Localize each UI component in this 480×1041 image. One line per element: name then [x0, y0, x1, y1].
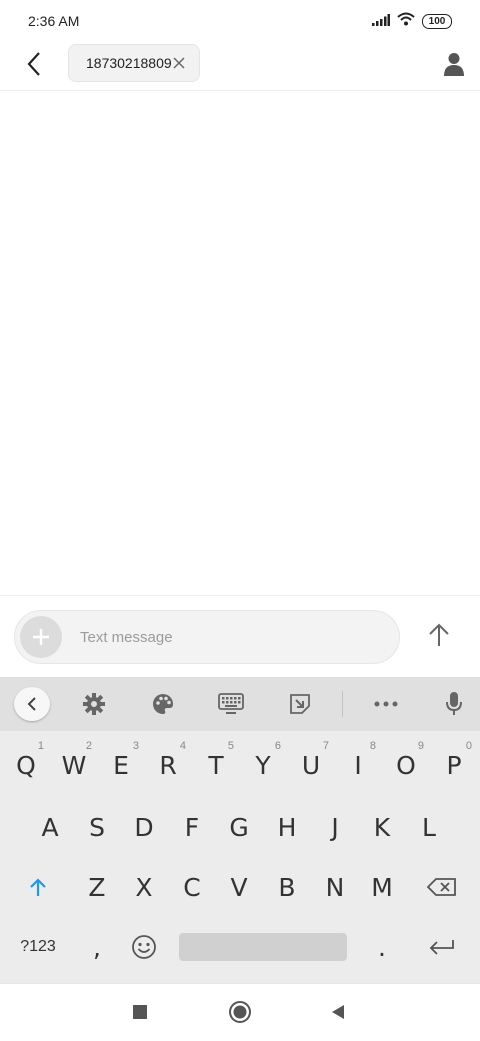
- toolbar-divider: [342, 691, 343, 717]
- key-p[interactable]: P0: [430, 735, 478, 795]
- space-key[interactable]: [179, 933, 347, 961]
- palette-icon: [153, 694, 173, 714]
- key-g[interactable]: G: [215, 797, 263, 857]
- wifi-icon: [397, 12, 415, 31]
- settings-button[interactable]: [78, 689, 110, 719]
- status-time: 2:36 AM: [28, 13, 80, 29]
- key-t[interactable]: T5: [192, 735, 240, 795]
- shift-arrow-icon: [30, 878, 46, 896]
- plus-icon: [33, 629, 49, 645]
- status-bar: 2:36 AM 100: [0, 0, 480, 44]
- navigation-bar: [0, 983, 480, 1041]
- person-icon: [444, 53, 464, 76]
- key-r[interactable]: R4: [144, 735, 192, 795]
- enter-icon: [429, 940, 454, 955]
- back-arrow-icon: [27, 52, 40, 76]
- resize-icon: [290, 694, 310, 714]
- more-icon: [374, 701, 398, 707]
- key-o[interactable]: O9: [382, 735, 430, 795]
- home-circle-icon: [229, 1001, 251, 1023]
- key-m[interactable]: M: [358, 857, 406, 917]
- remove-recipient-button[interactable]: [171, 55, 187, 71]
- message-list[interactable]: [0, 91, 480, 595]
- keyboard-icon: [218, 693, 244, 714]
- conversation-header: 18730218809: [0, 44, 480, 91]
- arrow-up-icon: [429, 623, 449, 646]
- mic-icon: [446, 692, 462, 715]
- contact-button[interactable]: [440, 50, 468, 78]
- key-q[interactable]: Q1: [2, 735, 50, 795]
- backspace-key[interactable]: [418, 857, 466, 917]
- key-y[interactable]: Y6: [239, 735, 287, 795]
- keyboard: Q1 W2 E3 R4 T5 Y6 U7 I8 O9 P0 A S D F G …: [0, 677, 480, 983]
- back-button[interactable]: [20, 50, 48, 78]
- key-h[interactable]: H: [263, 797, 311, 857]
- chevron-left-icon: [27, 697, 36, 711]
- voice-input-button[interactable]: [438, 689, 470, 719]
- enter-key[interactable]: [418, 917, 466, 977]
- key-j[interactable]: J: [311, 797, 359, 857]
- signal-icon: [372, 13, 390, 31]
- key-k[interactable]: K: [358, 797, 406, 857]
- period-key[interactable]: .: [358, 917, 406, 977]
- key-a[interactable]: A: [26, 797, 74, 857]
- recents-square-icon: [133, 1005, 147, 1019]
- key-d[interactable]: D: [120, 797, 168, 857]
- key-x[interactable]: X: [120, 857, 168, 917]
- key-s[interactable]: S: [73, 797, 121, 857]
- collapse-toolbar-button[interactable]: [14, 687, 50, 721]
- attach-button[interactable]: [20, 616, 62, 658]
- send-button[interactable]: [424, 620, 454, 650]
- battery-icon: 100: [422, 14, 452, 29]
- key-e[interactable]: E3: [97, 735, 145, 795]
- gear-icon: [83, 693, 105, 715]
- resize-keyboard-button[interactable]: [284, 689, 316, 719]
- comma-key[interactable]: ,: [73, 917, 121, 977]
- emoji-icon: [132, 935, 156, 959]
- message-input[interactable]: Text message: [14, 610, 400, 664]
- key-l[interactable]: L: [405, 797, 453, 857]
- more-button[interactable]: [370, 689, 402, 719]
- key-c[interactable]: C: [168, 857, 216, 917]
- key-f[interactable]: F: [168, 797, 216, 857]
- keyboard-layout-button[interactable]: [215, 689, 247, 719]
- recents-button[interactable]: [126, 998, 154, 1026]
- recipient-chip[interactable]: 18730218809: [68, 44, 200, 82]
- recipient-number: 18730218809: [86, 55, 172, 71]
- theme-button[interactable]: [147, 689, 179, 719]
- backspace-icon: [427, 878, 456, 896]
- key-z[interactable]: Z: [73, 857, 121, 917]
- back-triangle-icon: [332, 1005, 344, 1019]
- close-icon: [173, 57, 185, 69]
- system-back-button[interactable]: [324, 998, 352, 1026]
- keyboard-toolbar: [0, 677, 480, 731]
- key-v[interactable]: V: [215, 857, 263, 917]
- emoji-key[interactable]: [120, 917, 168, 977]
- message-placeholder: Text message: [80, 629, 173, 646]
- symbols-key[interactable]: ?123: [14, 917, 62, 977]
- status-icons: 100: [372, 12, 452, 31]
- key-i[interactable]: I8: [334, 735, 382, 795]
- key-u[interactable]: U7: [287, 735, 335, 795]
- key-n[interactable]: N: [311, 857, 359, 917]
- home-button[interactable]: [226, 998, 254, 1026]
- key-b[interactable]: B: [263, 857, 311, 917]
- composer-bar: Text message: [0, 595, 480, 678]
- shift-key[interactable]: [14, 857, 62, 917]
- key-w[interactable]: W2: [50, 735, 98, 795]
